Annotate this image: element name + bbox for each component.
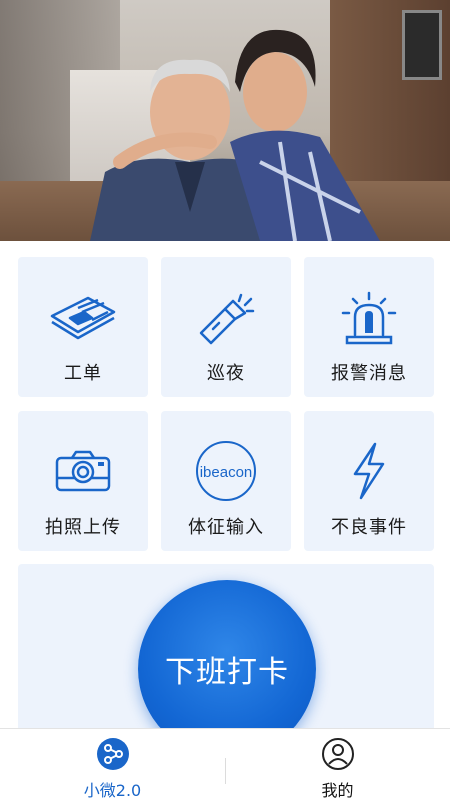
hero-oven	[402, 10, 442, 80]
tile-label: 巡夜	[207, 363, 245, 384]
tile-adverse-events[interactable]: 不良事件	[304, 411, 434, 551]
tab-label: 我的	[321, 781, 354, 800]
elderly-couple-photo	[90, 29, 380, 241]
hero-banner	[0, 0, 450, 241]
tile-alarm-messages[interactable]: 报警消息	[304, 257, 434, 397]
share-nodes-icon	[96, 738, 129, 770]
tile-work-order[interactable]: 工单	[18, 257, 148, 397]
camera-icon	[54, 441, 112, 501]
tile-label: 报警消息	[331, 363, 407, 384]
tile-label: 工单	[64, 363, 102, 384]
tile-label: 不良事件	[331, 517, 407, 538]
ibeacon-text: ibeacon	[200, 464, 253, 481]
tile-photo-upload[interactable]: 拍照上传	[18, 411, 148, 551]
tab-mine[interactable]: 我的	[225, 729, 450, 800]
lightning-icon	[349, 441, 389, 501]
ibeacon-icon: ibeacon	[195, 441, 257, 501]
tab-home[interactable]: 小微2.0	[0, 729, 225, 800]
alarm-light-icon	[339, 287, 399, 347]
tile-vital-signs[interactable]: ibeacon 体征输入	[161, 411, 291, 551]
newspaper-icon	[48, 287, 118, 347]
tile-label: 拍照上传	[45, 517, 121, 538]
user-icon	[321, 738, 354, 770]
tab-label: 小微2.0	[83, 781, 142, 800]
tile-night-patrol[interactable]: 巡夜	[161, 257, 291, 397]
tile-label: 体征输入	[188, 517, 264, 538]
flashlight-icon	[195, 287, 257, 347]
tab-divider	[225, 758, 226, 784]
